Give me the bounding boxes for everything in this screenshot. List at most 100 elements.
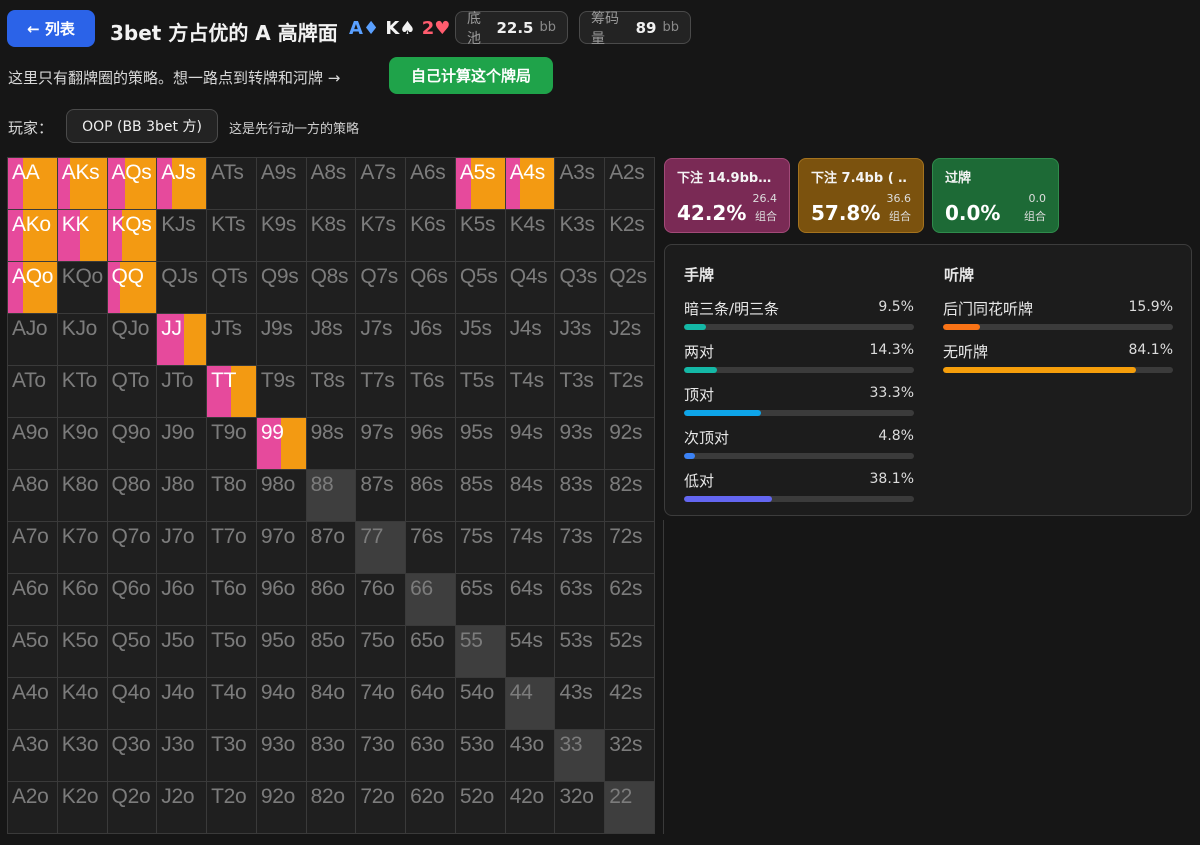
hand-cell[interactable]: Q2s xyxy=(605,262,655,314)
hand-cell[interactable]: J2o xyxy=(157,782,208,834)
hand-cell[interactable]: 84o xyxy=(306,678,357,730)
hand-cell[interactable]: J4s xyxy=(505,314,556,366)
hand-cell[interactable]: 87o xyxy=(306,522,357,574)
hand-cell[interactable]: T6o xyxy=(207,574,257,626)
hand-cell[interactable]: 85s xyxy=(455,470,506,522)
hand-cell[interactable]: 87s xyxy=(356,470,407,522)
hand-cell[interactable]: ATs xyxy=(207,158,257,210)
hand-cell[interactable]: 62o xyxy=(406,782,456,834)
action-card-bet-large[interactable]: 下注 14.9bb… 42.2% 26.4 组合 xyxy=(664,158,790,233)
hand-cell[interactable]: 94o xyxy=(256,678,307,730)
hand-cell[interactable]: AJs xyxy=(157,158,208,210)
hand-cell[interactable]: AKo xyxy=(8,210,58,262)
hand-cell[interactable]: K7o xyxy=(57,522,108,574)
hand-cell[interactable]: 32s xyxy=(605,730,655,782)
hand-cell[interactable]: T7o xyxy=(207,522,257,574)
hand-cell[interactable]: K9o xyxy=(57,418,108,470)
hand-cell[interactable]: J7o xyxy=(157,522,208,574)
hand-cell[interactable]: K6o xyxy=(57,574,108,626)
hand-cell[interactable]: T6s xyxy=(406,366,456,418)
hand-cell[interactable]: 72s xyxy=(605,522,655,574)
hand-cell[interactable]: T5s xyxy=(455,366,506,418)
hand-cell[interactable]: K5s xyxy=(455,210,506,262)
hand-cell[interactable]: 83s xyxy=(555,470,606,522)
hand-cell[interactable]: T4o xyxy=(207,678,257,730)
hand-cell[interactable]: Q7o xyxy=(107,522,158,574)
hand-cell[interactable]: ATo xyxy=(8,366,58,418)
hand-cell[interactable]: 64o xyxy=(406,678,456,730)
hand-cell[interactable]: Q7s xyxy=(356,262,407,314)
player-select[interactable]: OOP (BB 3bet 方) xyxy=(66,109,218,143)
hand-cell[interactable]: 52o xyxy=(455,782,506,834)
hand-cell[interactable]: Q5s xyxy=(455,262,506,314)
hand-cell[interactable]: T2s xyxy=(605,366,655,418)
hand-cell[interactable]: K7s xyxy=(356,210,407,262)
hand-cell[interactable]: T2o xyxy=(207,782,257,834)
hand-cell[interactable]: J5s xyxy=(455,314,506,366)
hand-cell[interactable]: Q9s xyxy=(256,262,307,314)
hand-cell[interactable]: 83o xyxy=(306,730,357,782)
hand-cell[interactable]: 72o xyxy=(356,782,407,834)
hand-cell[interactable]: 75s xyxy=(455,522,506,574)
hand-cell[interactable]: A9o xyxy=(8,418,58,470)
hand-cell[interactable]: T8s xyxy=(306,366,357,418)
action-card-check[interactable]: 过牌 0.0% 0.0 组合 xyxy=(932,158,1059,233)
hand-cell[interactable]: QJs xyxy=(157,262,208,314)
hand-cell[interactable]: JJ xyxy=(157,314,208,366)
hand-cell[interactable]: A3s xyxy=(555,158,606,210)
hand-cell[interactable]: K4o xyxy=(57,678,108,730)
hand-cell[interactable]: 95s xyxy=(455,418,506,470)
hand-cell[interactable]: Q4o xyxy=(107,678,158,730)
hand-cell[interactable]: 63o xyxy=(406,730,456,782)
hand-cell[interactable]: 98o xyxy=(256,470,307,522)
hand-cell[interactable]: J8s xyxy=(306,314,357,366)
hand-cell[interactable]: 22 xyxy=(605,782,655,834)
hand-cell[interactable]: 77 xyxy=(356,522,407,574)
hand-cell[interactable]: 66 xyxy=(406,574,456,626)
hand-cell[interactable]: JTo xyxy=(157,366,208,418)
hand-cell[interactable]: J7s xyxy=(356,314,407,366)
hand-cell[interactable]: 82o xyxy=(306,782,357,834)
hand-cell[interactable]: 84s xyxy=(505,470,556,522)
back-to-list-button[interactable]: ← 列表 xyxy=(7,10,95,47)
hand-cell[interactable]: K5o xyxy=(57,626,108,678)
hand-cell[interactable]: K6s xyxy=(406,210,456,262)
hand-cell[interactable]: 75o xyxy=(356,626,407,678)
hand-cell[interactable]: 64s xyxy=(505,574,556,626)
hand-cell[interactable]: 54s xyxy=(505,626,556,678)
hand-cell[interactable]: Q5o xyxy=(107,626,158,678)
hand-cell[interactable]: KQs xyxy=(107,210,158,262)
hand-cell[interactable]: T4s xyxy=(505,366,556,418)
hand-cell[interactable]: QTo xyxy=(107,366,158,418)
hand-cell[interactable]: 63s xyxy=(555,574,606,626)
hand-cell[interactable]: 33 xyxy=(555,730,606,782)
hand-cell[interactable]: K8o xyxy=(57,470,108,522)
hand-cell[interactable]: A2o xyxy=(8,782,58,834)
hand-cell[interactable]: 95o xyxy=(256,626,307,678)
hand-cell[interactable]: 97s xyxy=(356,418,407,470)
hand-cell[interactable]: 93s xyxy=(555,418,606,470)
hand-cell[interactable]: QQ xyxy=(107,262,158,314)
hand-cell[interactable]: A4s xyxy=(505,158,556,210)
hand-cell[interactable]: 43s xyxy=(555,678,606,730)
hand-cell[interactable]: 74s xyxy=(505,522,556,574)
hand-cell[interactable]: 65s xyxy=(455,574,506,626)
hand-cell[interactable]: 98s xyxy=(306,418,357,470)
hand-cell[interactable]: K3s xyxy=(555,210,606,262)
hand-cell[interactable]: J9o xyxy=(157,418,208,470)
hand-cell[interactable]: T8o xyxy=(207,470,257,522)
hand-cell[interactable]: TT xyxy=(207,366,257,418)
hand-cell[interactable]: K3o xyxy=(57,730,108,782)
hand-cell[interactable]: Q2o xyxy=(107,782,158,834)
hand-cell[interactable]: 86o xyxy=(306,574,357,626)
hand-cell[interactable]: 99 xyxy=(256,418,307,470)
hand-cell[interactable]: 73o xyxy=(356,730,407,782)
hand-cell[interactable]: A7o xyxy=(8,522,58,574)
hand-cell[interactable]: J9s xyxy=(256,314,307,366)
hand-cell[interactable]: Q6s xyxy=(406,262,456,314)
hand-cell[interactable]: 92s xyxy=(605,418,655,470)
hand-cell[interactable]: 54o xyxy=(455,678,506,730)
hand-cell[interactable]: 32o xyxy=(555,782,606,834)
hand-cell[interactable]: 96o xyxy=(256,574,307,626)
hand-cell[interactable]: K2o xyxy=(57,782,108,834)
